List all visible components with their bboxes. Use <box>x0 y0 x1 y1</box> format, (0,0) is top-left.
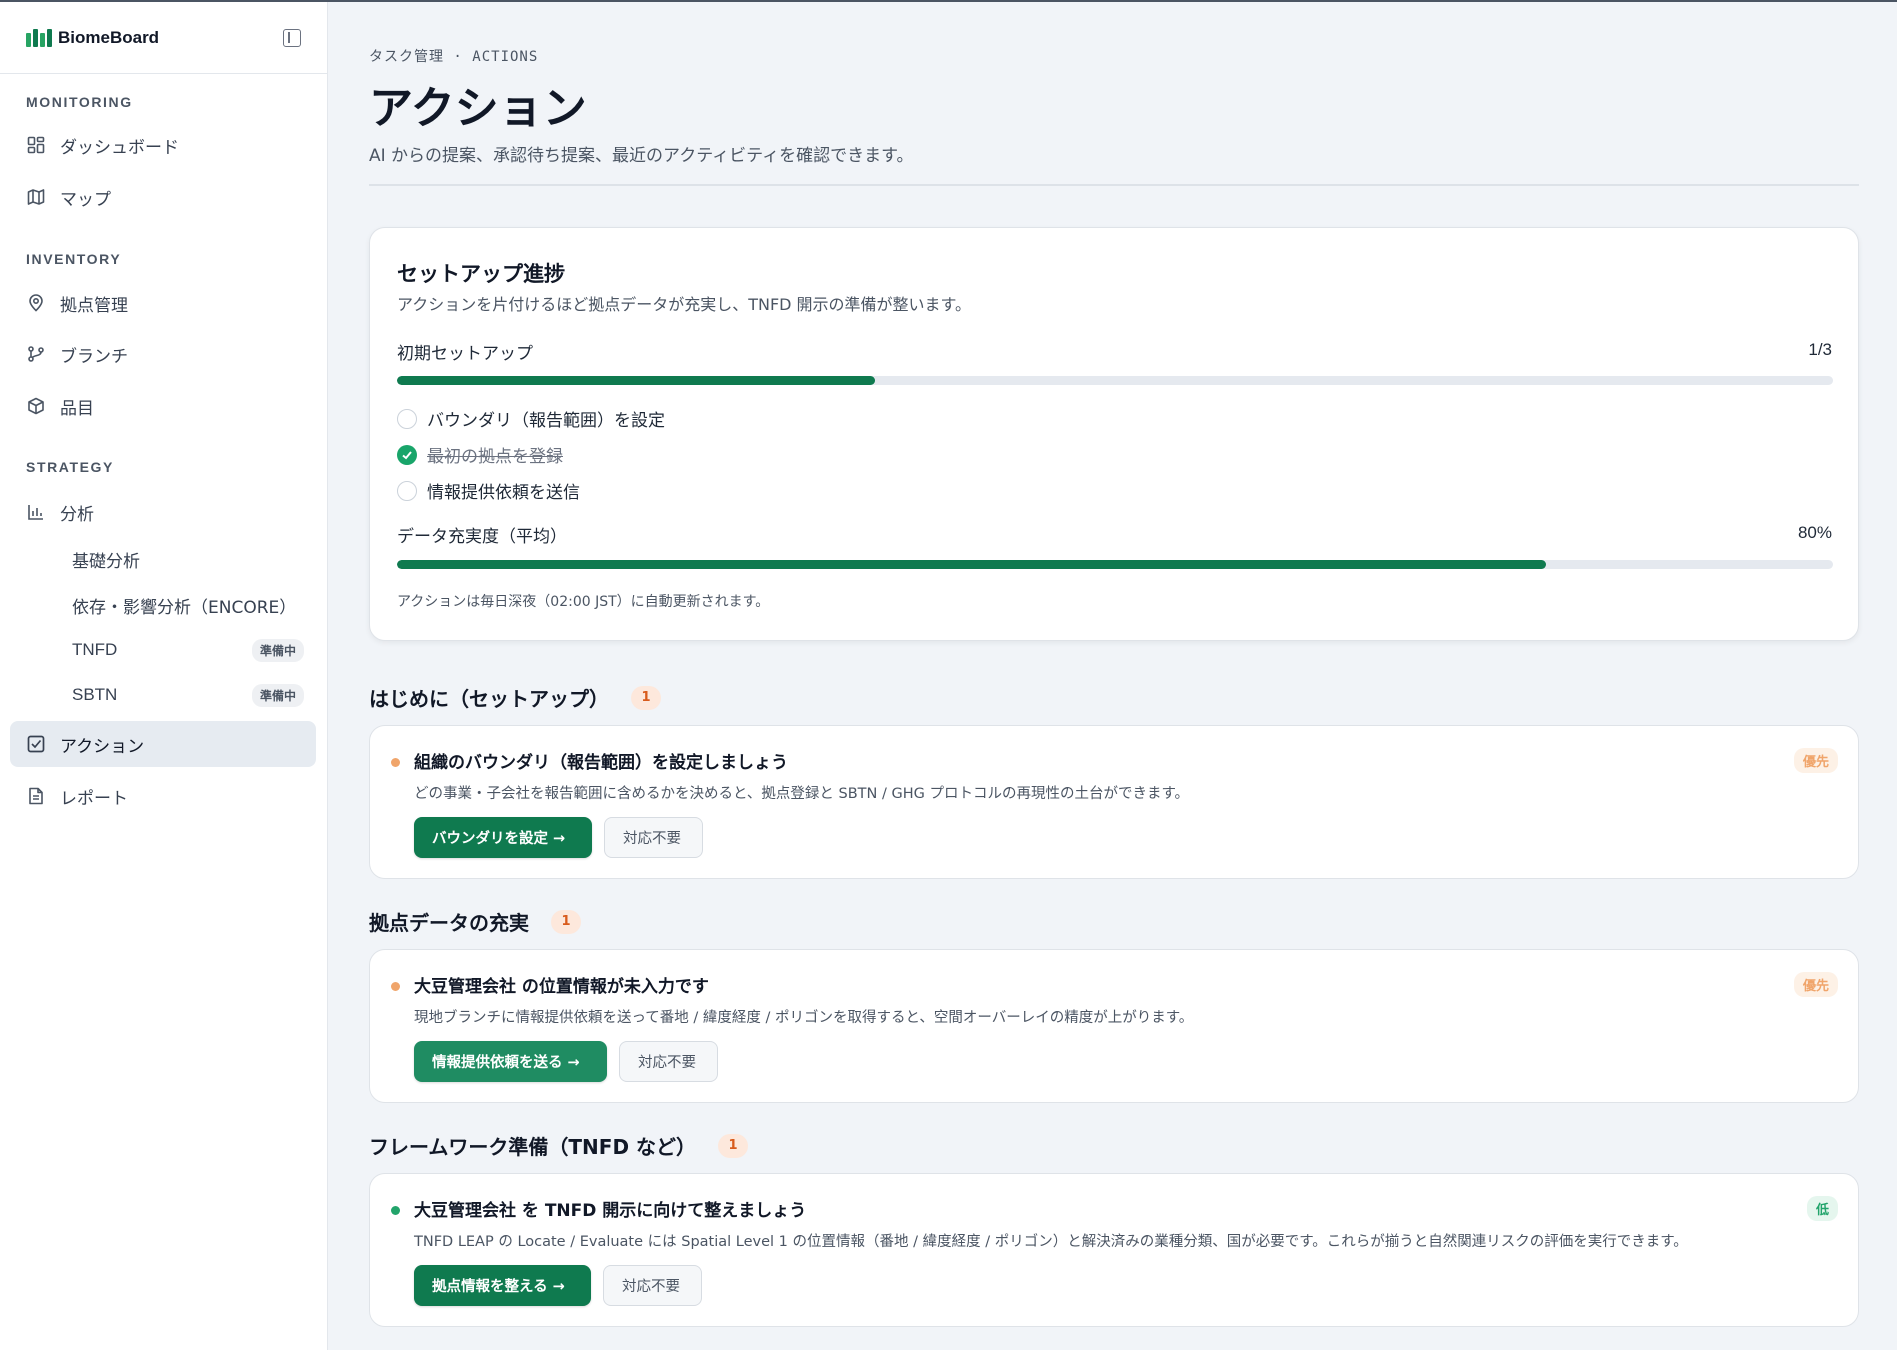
header-divider <box>369 184 1859 186</box>
sidebar-item-label: 分析 <box>60 504 94 525</box>
data-completeness-label: データ充実度（平均） <box>397 527 567 547</box>
action-description: TNFD LEAP の Locate / Evaluate には Spatial… <box>414 1234 1688 1250</box>
sidebar-subitem-tnfd[interactable]: TNFD 準備中 <box>72 632 304 668</box>
sidebar-item-label: 基礎分析 <box>72 551 140 572</box>
section-title: フレームワーク準備（TNFD など） <box>369 1135 697 1159</box>
count-badge: 1 <box>551 909 581 934</box>
sidebar-item-label: アクション <box>60 736 145 757</box>
sidebar-item-actions[interactable]: アクション <box>10 721 316 767</box>
map-pin-icon <box>26 293 46 313</box>
sidebar-item-dashboard[interactable]: ダッシュボード <box>10 122 316 168</box>
auto-update-note: アクションは毎日深夜（02:00 JST）に自動更新されます。 <box>397 594 770 610</box>
priority-dot <box>391 1206 400 1215</box>
action-card-location: 大豆管理会社 の位置情報が未入力です 現地ブランチに情報提供依頼を送って番地 /… <box>369 949 1859 1103</box>
priority-dot <box>391 982 400 991</box>
dismiss-button[interactable]: 対応不要 <box>603 1265 702 1306</box>
sidebar-item-label: SBTN <box>72 685 118 704</box>
unchecked-circle-icon <box>397 480 417 501</box>
sidebar-item-analysis[interactable]: 分析 <box>10 489 316 535</box>
sidebar-item-label: TNFD <box>72 640 118 659</box>
grid-icon <box>26 135 46 155</box>
action-title: 組織のバウンダリ（報告範囲）を設定しましょう <box>414 753 788 773</box>
dismiss-button[interactable]: 対応不要 <box>619 1041 718 1082</box>
initial-setup-value: 1/3 <box>1808 340 1832 359</box>
brand-header: BiomeBoard <box>0 2 327 74</box>
sidebar-item-reports[interactable]: レポート <box>10 773 316 819</box>
sidebar: BiomeBoard MONITORING ダッシュボード マップ INVENT… <box>0 2 328 1350</box>
sidebar-subitem-sbtn[interactable]: SBTN 準備中 <box>72 677 304 713</box>
checklist-label: 情報提供依頼を送信 <box>427 483 580 503</box>
progress-title: セットアップ進捗 <box>397 262 565 286</box>
action-title: 大豆管理会社 の位置情報が未入力です <box>414 977 709 997</box>
status-badge: 準備中 <box>251 638 304 662</box>
priority-badge: 低 <box>1806 1196 1838 1221</box>
brand[interactable]: BiomeBoard <box>26 28 159 48</box>
checklist-item-info-request[interactable]: 情報提供依頼を送信 <box>397 478 580 503</box>
section-heading-framework: フレームワーク準備（TNFD など） 1 <box>369 1131 749 1160</box>
data-completeness-value: 80% <box>1797 523 1832 542</box>
sidebar-item-sites[interactable]: 拠点管理 <box>10 280 316 326</box>
checkbox-icon <box>26 734 46 754</box>
git-branch-icon <box>26 344 46 364</box>
data-completeness-progress-bar <box>397 560 1833 569</box>
package-icon <box>26 396 46 416</box>
initial-setup-label: 初期セットアップ <box>397 344 533 364</box>
section-title: 拠点データの充実 <box>369 911 529 935</box>
document-icon <box>26 786 46 806</box>
setup-progress-card: セットアップ進捗 アクションを片付けるほど拠点データが充実し、TNFD 開示の準… <box>369 227 1859 641</box>
section-title: はじめに（セットアップ） <box>369 687 609 711</box>
dismiss-button[interactable]: 対応不要 <box>604 817 703 858</box>
initial-setup-progress-fill <box>397 376 876 385</box>
section-monitoring: MONITORING <box>26 94 133 110</box>
section-strategy: STRATEGY <box>26 459 114 475</box>
priority-badge: 優先 <box>1793 748 1838 773</box>
sidebar-item-branch[interactable]: ブランチ <box>10 331 316 377</box>
status-badge: 準備中 <box>251 683 304 707</box>
sidebar-item-label: 依存・影響分析（ENCORE） <box>72 597 297 618</box>
action-card-tnfd: 大豆管理会社 を TNFD 開示に向けて整えましょう TNFD LEAP の L… <box>369 1173 1859 1327</box>
sidebar-subitem-encore[interactable]: 依存・影響分析（ENCORE） <box>72 587 304 623</box>
sidebar-item-map[interactable]: マップ <box>10 174 316 220</box>
sidebar-item-products[interactable]: 品目 <box>10 383 316 429</box>
priority-badge: 優先 <box>1793 972 1838 997</box>
progress-subtitle: アクションを片付けるほど拠点データが充実し、TNFD 開示の準備が整います。 <box>397 295 971 314</box>
action-title: 大豆管理会社 を TNFD 開示に向けて整えましょう <box>414 1201 807 1221</box>
set-boundary-button[interactable]: バウンダリを設定 → <box>414 817 592 858</box>
breadcrumb: タスク管理 · ACTIONS <box>369 49 539 65</box>
initial-setup-progress-bar <box>397 376 1833 385</box>
map-icon <box>26 187 46 207</box>
checklist-item-boundary[interactable]: バウンダリ（報告範囲）を設定 <box>397 406 665 431</box>
page-subtitle: AI からの提案、承認待ち提案、最近のアクティビティを確認できます。 <box>369 146 914 166</box>
count-badge: 1 <box>718 1133 749 1158</box>
sidebar-item-label: レポート <box>60 788 128 809</box>
sidebar-item-label: ダッシュボード <box>60 137 179 158</box>
check-circle-icon <box>397 444 417 465</box>
action-description: どの事業・子会社を報告範囲に含めるかを決めると、拠点登録と SBTN / GHG… <box>414 786 1190 802</box>
page-title: アクション <box>369 83 587 134</box>
biomeboard-logo-icon <box>26 28 52 47</box>
app-name: BiomeBoard <box>58 27 160 47</box>
checklist-item-first-site[interactable]: 最初の拠点を登録 <box>397 442 563 467</box>
checklist-label: 最初の拠点を登録 <box>427 447 563 467</box>
sidebar-item-label: マップ <box>60 189 111 210</box>
sidebar-subitem-basic-analysis[interactable]: 基礎分析 <box>72 541 304 577</box>
count-badge: 1 <box>631 685 661 710</box>
unchecked-circle-icon <box>397 408 417 429</box>
bar-chart-icon <box>26 502 46 522</box>
sidebar-collapse-icon[interactable] <box>283 28 301 47</box>
section-inventory: INVENTORY <box>26 251 122 267</box>
action-card-boundary: 組織のバウンダリ（報告範囲）を設定しましょう どの事業・子会社を報告範囲に含める… <box>369 725 1859 879</box>
complete-site-info-button[interactable]: 拠点情報を整える → <box>414 1265 591 1306</box>
sidebar-item-label: 拠点管理 <box>60 295 128 316</box>
priority-dot <box>391 758 400 767</box>
section-heading-setup: はじめに（セットアップ） 1 <box>369 683 661 712</box>
section-heading-site-data: 拠点データの充実 1 <box>369 907 581 936</box>
checklist-label: バウンダリ（報告範囲）を設定 <box>427 411 665 431</box>
sidebar-item-label: ブランチ <box>60 346 128 367</box>
action-description: 現地ブランチに情報提供依頼を送って番地 / 緯度経度 / ポリゴンを取得すると、… <box>414 1010 1194 1026</box>
sidebar-item-label: 品目 <box>60 398 94 419</box>
send-info-request-button[interactable]: 情報提供依頼を送る → <box>414 1041 607 1082</box>
data-completeness-progress-fill <box>397 560 1546 569</box>
